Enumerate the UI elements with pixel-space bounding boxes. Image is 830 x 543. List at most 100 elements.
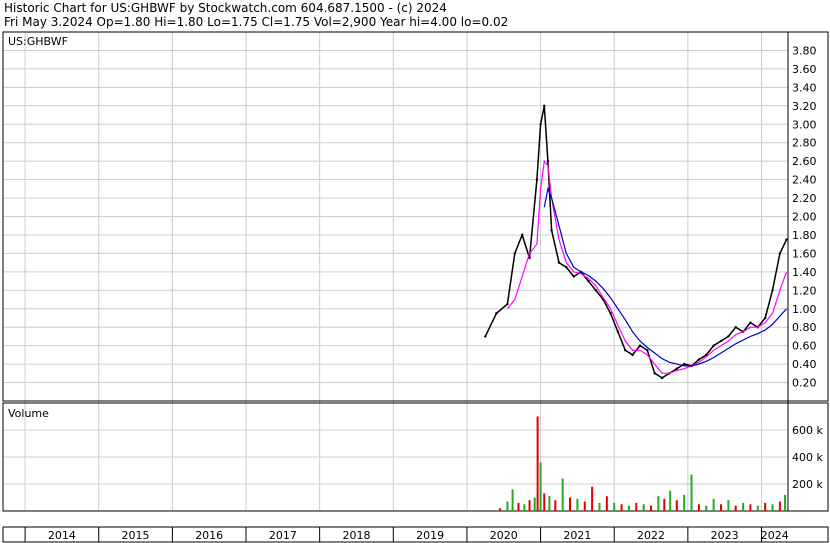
volume-bar [528, 500, 531, 511]
price-tick-label: 3.00 [792, 118, 817, 131]
volume-bar [727, 500, 730, 511]
price-tick-label: 2.40 [792, 174, 817, 187]
price-tick-label: 3.60 [792, 63, 817, 76]
volume-bar [561, 478, 564, 511]
price-point [719, 339, 723, 343]
volume-bar [734, 505, 737, 511]
price-tick-label: 3.40 [792, 81, 817, 94]
price-point [616, 330, 620, 334]
price-point [734, 326, 737, 329]
price-point [778, 252, 782, 255]
volume-bar [569, 497, 572, 511]
year-label: 2018 [342, 529, 370, 542]
price-tick-label: 1.00 [792, 303, 817, 316]
price-tick-label: 1.40 [792, 266, 817, 279]
volume-tick-label: 200 k [792, 478, 823, 491]
volume-bar [719, 504, 722, 511]
price-tick-label: 0.80 [792, 321, 817, 334]
volume-bar [576, 498, 579, 511]
price-point [594, 289, 598, 292]
year-label: 2021 [563, 529, 591, 542]
volume-bar [605, 496, 608, 511]
volume-bar [554, 500, 557, 511]
price-point [631, 353, 634, 357]
price-point [565, 266, 568, 269]
price-tick-label: 2.60 [792, 155, 817, 168]
volume-bar [506, 501, 509, 511]
price-point [697, 358, 701, 361]
price-point [749, 321, 752, 324]
volume-bar [669, 490, 672, 511]
year-label: 2015 [122, 529, 150, 542]
volume-panel-title: Volume [8, 407, 49, 420]
price-tick-label: 0.60 [792, 340, 817, 353]
year-label: 2020 [490, 529, 518, 542]
price-point [727, 335, 730, 338]
volume-bar [712, 498, 715, 511]
volume-bar [591, 486, 594, 511]
price-point [535, 178, 539, 181]
volume-bar [784, 494, 787, 511]
price-tick-label: 0.40 [792, 358, 817, 371]
price-point [712, 344, 715, 347]
volume-bar [499, 508, 502, 511]
price-point [557, 261, 561, 264]
volume-bar [697, 504, 700, 511]
volume-bar [533, 497, 536, 511]
volume-bar [749, 504, 752, 511]
year-label: 2017 [269, 529, 297, 542]
price-point [546, 159, 550, 163]
volume-bar [598, 502, 601, 511]
price-point [609, 312, 612, 315]
volume-bar [642, 504, 645, 511]
volume-bar [657, 496, 660, 511]
volume-bar [663, 498, 666, 511]
volume-tick-label: 400 k [792, 451, 823, 464]
volume-bar [635, 502, 638, 511]
stock-chart: 0.20 0.40 0.60 0.80 1.00 1.20 1.40 1.60 1.80 2.00… [2, 31, 829, 543]
price-point [550, 229, 553, 232]
year-label: 2019 [416, 529, 444, 542]
volume-bar [539, 462, 542, 511]
price-point [682, 362, 686, 366]
volume-bar [627, 505, 630, 511]
price-point [660, 376, 664, 380]
volume-bar [511, 489, 514, 511]
price-tick-label: 1.60 [792, 247, 817, 260]
volume-bar [683, 494, 686, 511]
volume-bar [536, 416, 539, 511]
price-point [495, 312, 498, 315]
volume-bar [650, 505, 653, 511]
volume-bar [620, 504, 623, 511]
price-tick-label: 2.20 [792, 192, 817, 205]
price-point [675, 367, 679, 370]
price-tick-label: 0.20 [792, 377, 817, 390]
volume-bar [613, 502, 616, 511]
price-tick-label: 1.80 [792, 229, 817, 242]
price-point [506, 302, 509, 306]
volume-bar [690, 474, 693, 511]
volume-bar [764, 502, 767, 511]
year-label: 2016 [195, 529, 223, 542]
price-point [484, 335, 487, 338]
year-label: 2023 [711, 529, 739, 542]
volume-bar [548, 496, 551, 511]
volume-bar [543, 493, 546, 511]
price-point [771, 289, 774, 292]
price-point [513, 252, 516, 255]
price-tick-label: 3.20 [792, 100, 817, 113]
year-label: 2014 [48, 529, 76, 542]
price-point [653, 372, 656, 375]
volume-bar [523, 504, 526, 511]
volume-bar [756, 505, 759, 511]
moving-average-line [543, 186, 787, 367]
volume-bar [771, 504, 774, 511]
price-line [484, 105, 788, 379]
volume-tick-label: 600 k [792, 424, 823, 437]
volume-bar [517, 502, 520, 511]
price-point [638, 344, 642, 347]
price-point [624, 349, 627, 352]
volume-bar [705, 505, 708, 511]
volume-bar [583, 501, 586, 511]
price-tick-label: 2.80 [792, 137, 817, 150]
